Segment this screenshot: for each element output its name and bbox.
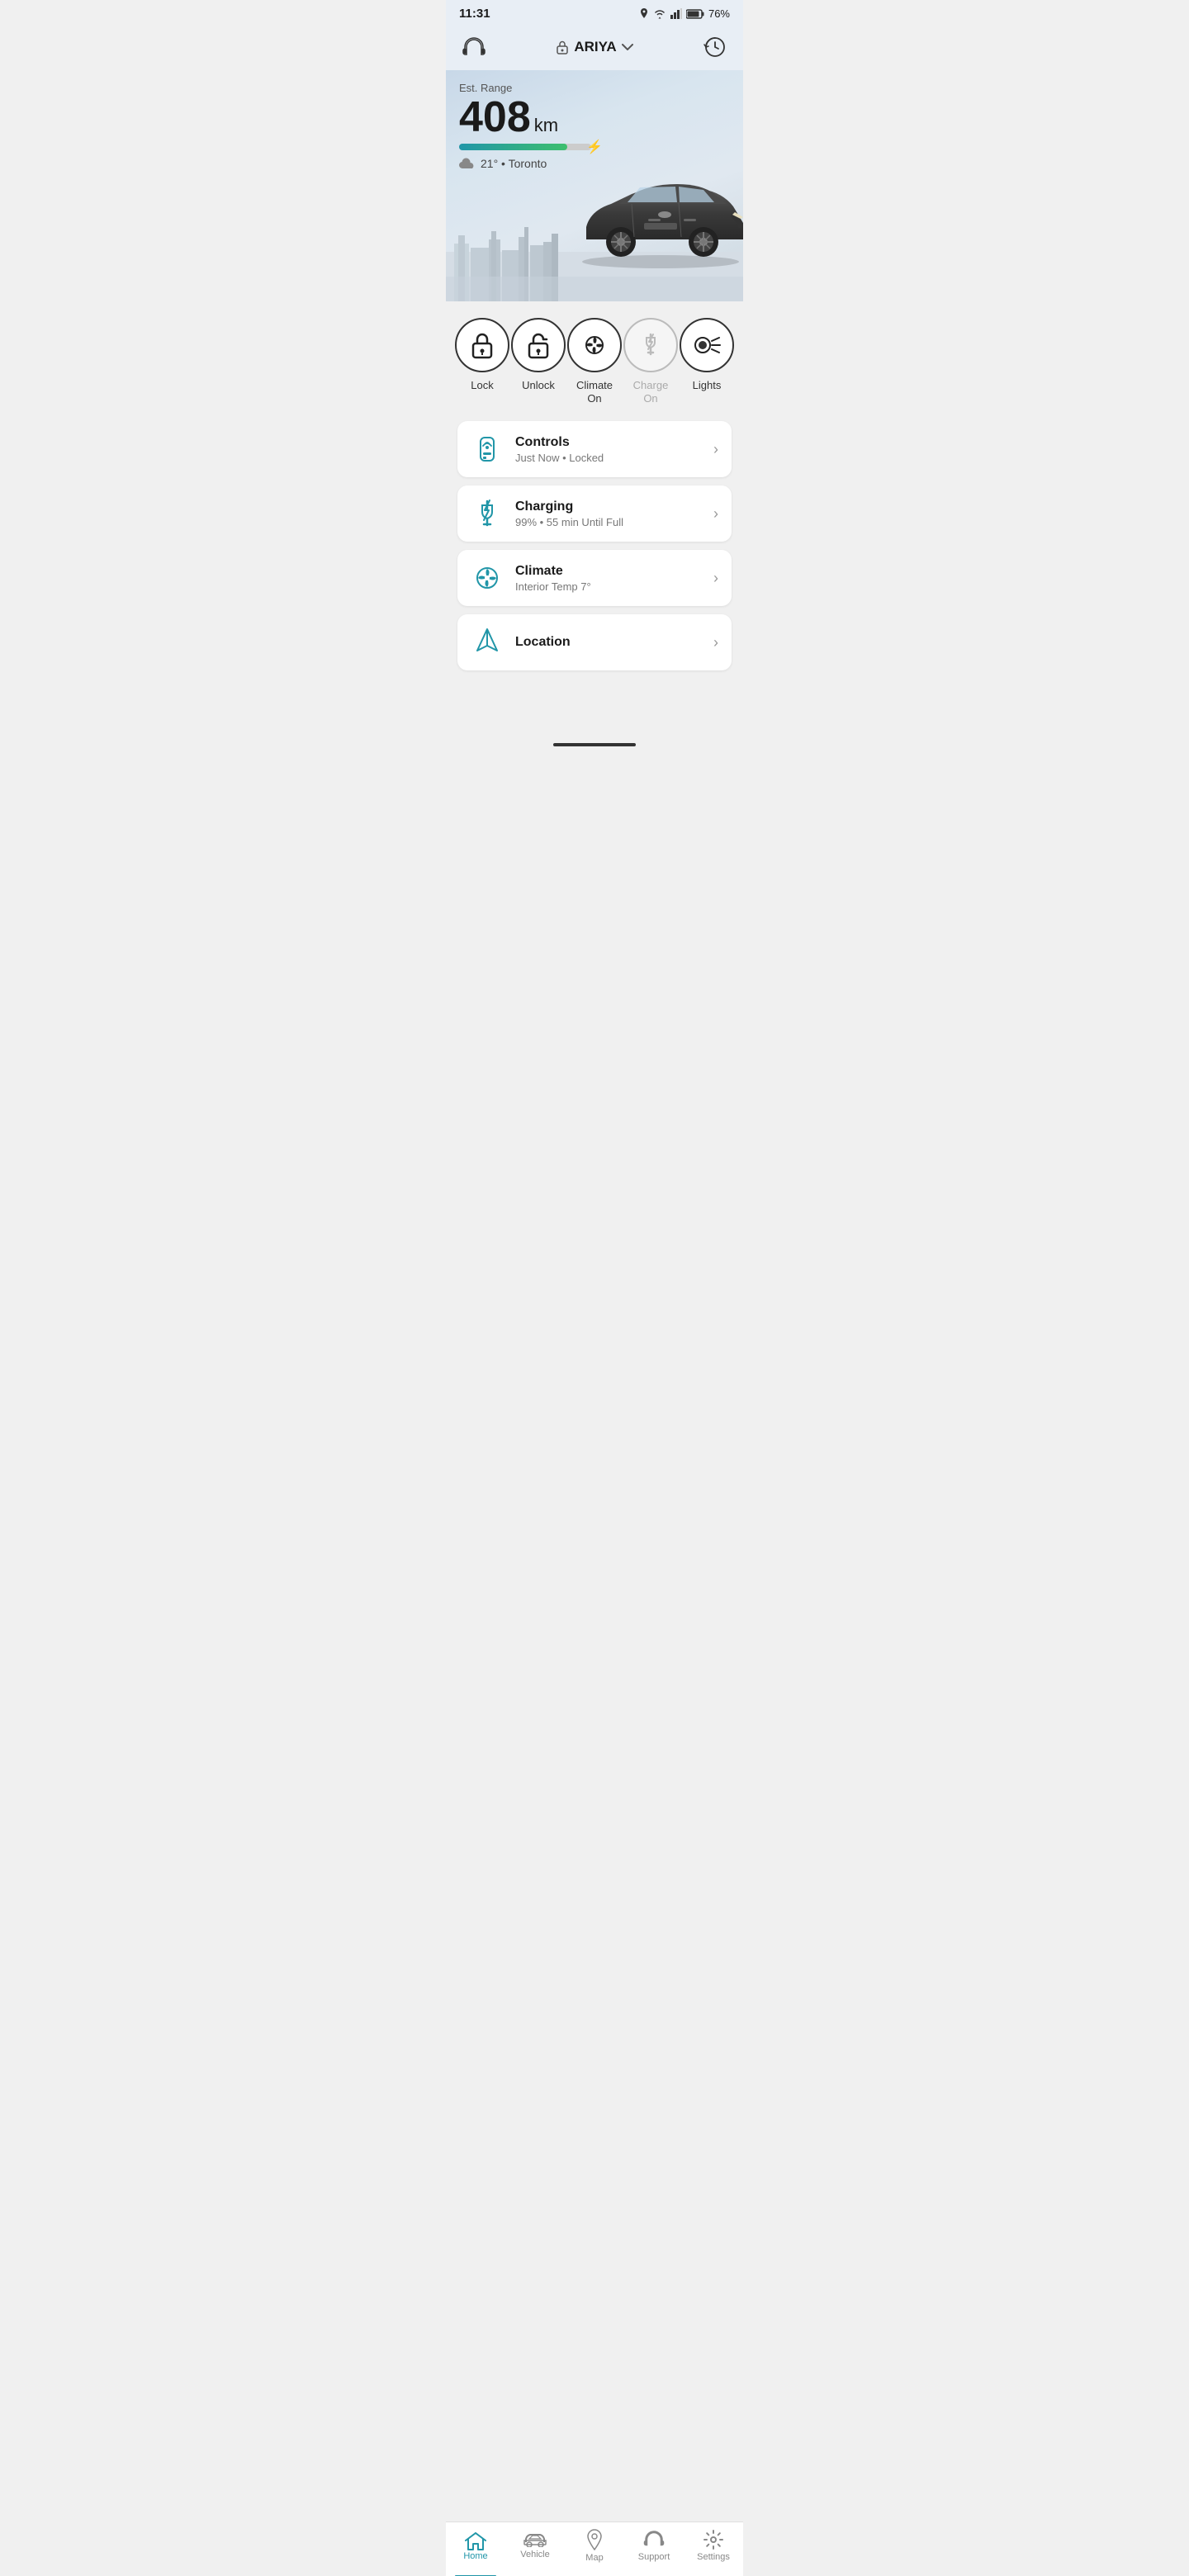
location-icon bbox=[474, 626, 500, 659]
lock-action-icon bbox=[469, 331, 495, 359]
cloud-icon bbox=[459, 158, 476, 169]
charging-subtitle: 99% • 55 min Until Full bbox=[515, 516, 702, 528]
climate-action-icon bbox=[580, 331, 609, 359]
map-nav-label: Map bbox=[585, 2553, 603, 2563]
climate-card-icon-svg bbox=[472, 563, 502, 593]
nav-support[interactable]: Support bbox=[624, 2530, 684, 2562]
lock-label: Lock bbox=[471, 379, 493, 392]
controls-chevron: › bbox=[713, 441, 718, 458]
hero-section: Est. Range 408 km ⚡ 21° • Toronto bbox=[446, 70, 743, 301]
range-number: 408 bbox=[459, 96, 531, 139]
home-nav-icon bbox=[465, 2531, 486, 2551]
charge-action[interactable]: ChargeOn bbox=[626, 318, 675, 405]
location-chevron: › bbox=[713, 634, 718, 651]
history-button[interactable] bbox=[700, 32, 730, 62]
status-time: 11:31 bbox=[459, 7, 490, 21]
vehicle-nav-label: Vehicle bbox=[520, 2550, 549, 2559]
controls-subtitle: Just Now • Locked bbox=[515, 452, 702, 464]
unlock-action[interactable]: Unlock bbox=[514, 318, 563, 392]
nav-settings[interactable]: Settings bbox=[684, 2530, 743, 2562]
home-indicator bbox=[553, 743, 636, 746]
home-nav-label: Home bbox=[463, 2551, 487, 2561]
charge-circle bbox=[623, 318, 678, 372]
charge-label: ChargeOn bbox=[633, 379, 669, 405]
unlock-label: Unlock bbox=[522, 379, 555, 392]
location-title: Location bbox=[515, 635, 702, 650]
controls-title: Controls bbox=[515, 435, 702, 450]
lights-action[interactable]: Lights bbox=[682, 318, 732, 392]
climate-circle bbox=[567, 318, 622, 372]
settings-nav-label: Settings bbox=[697, 2552, 730, 2562]
charge-action-icon bbox=[638, 331, 663, 359]
support-icon-button[interactable] bbox=[459, 32, 489, 62]
car-image bbox=[570, 169, 743, 268]
climate-card-title: Climate bbox=[515, 564, 702, 579]
battery-percent: 76% bbox=[708, 7, 730, 20]
charging-chevron: › bbox=[713, 505, 718, 523]
unlock-circle bbox=[511, 318, 566, 372]
weather-info: 21° • Toronto bbox=[459, 157, 730, 170]
lock-circle bbox=[455, 318, 509, 372]
lights-circle bbox=[680, 318, 734, 372]
climate-card-content: Climate Interior Temp 7° bbox=[515, 564, 702, 593]
vehicle-name: ARIYA bbox=[574, 39, 616, 55]
charge-bolt-icon: ⚡ bbox=[586, 139, 603, 155]
weather-text: 21° • Toronto bbox=[481, 157, 547, 170]
location-status-icon bbox=[639, 8, 649, 20]
vehicle-selector[interactable]: ARIYA bbox=[556, 39, 632, 55]
lock-header-icon bbox=[556, 40, 569, 54]
vehicle-nav-icon bbox=[523, 2532, 547, 2547]
climate-chevron: › bbox=[713, 570, 718, 587]
support-nav-icon bbox=[642, 2530, 666, 2550]
unlock-action-icon bbox=[525, 331, 552, 359]
charging-card-icon bbox=[471, 497, 504, 530]
battery-icon bbox=[686, 9, 704, 19]
nav-map[interactable]: Map bbox=[565, 2529, 624, 2563]
est-range-label: Est. Range 408 km ⚡ 21° • Toronto bbox=[459, 82, 730, 170]
settings-nav-icon bbox=[703, 2530, 723, 2550]
charging-card-content: Charging 99% • 55 min Until Full bbox=[515, 500, 702, 528]
controls-card[interactable]: Controls Just Now • Locked › bbox=[457, 421, 732, 477]
remote-icon bbox=[472, 434, 502, 464]
nav-vehicle[interactable]: Vehicle bbox=[505, 2532, 565, 2559]
lights-label: Lights bbox=[693, 379, 722, 392]
nav-home[interactable]: Home bbox=[446, 2531, 505, 2561]
cards-section: Controls Just Now • Locked › Charging 99… bbox=[446, 413, 743, 736]
climate-card[interactable]: Climate Interior Temp 7° › bbox=[457, 550, 732, 606]
charging-icon bbox=[472, 497, 502, 530]
actions-section: Lock Unlock ClimateOn bbox=[446, 301, 743, 413]
range-unit: km bbox=[534, 115, 558, 136]
status-icons: 76% bbox=[639, 7, 730, 20]
header: ARIYA bbox=[446, 24, 743, 70]
location-card[interactable]: Location › bbox=[457, 614, 732, 670]
support-nav-label: Support bbox=[638, 2552, 670, 2562]
wifi-icon bbox=[653, 9, 666, 19]
bottom-navigation: Home Vehicle Map Support Se bbox=[446, 2522, 743, 2576]
climate-card-icon bbox=[471, 561, 504, 594]
signal-icon bbox=[670, 8, 682, 19]
climate-card-subtitle: Interior Temp 7° bbox=[515, 580, 702, 593]
charging-title: Charging bbox=[515, 500, 702, 514]
status-bar: 11:31 76% bbox=[446, 0, 743, 24]
lights-action-icon bbox=[693, 331, 721, 359]
map-nav-icon bbox=[586, 2529, 603, 2550]
history-icon bbox=[703, 36, 727, 59]
location-card-content: Location bbox=[515, 635, 702, 650]
headset-icon bbox=[462, 36, 486, 58]
controls-card-content: Controls Just Now • Locked bbox=[515, 435, 702, 464]
charging-card[interactable]: Charging 99% • 55 min Until Full › bbox=[457, 485, 732, 542]
climate-action[interactable]: ClimateOn bbox=[570, 318, 619, 405]
range-bar: ⚡ bbox=[459, 144, 591, 150]
lock-action[interactable]: Lock bbox=[457, 318, 507, 392]
climate-label: ClimateOn bbox=[576, 379, 613, 405]
chevron-down-icon bbox=[622, 44, 633, 50]
location-card-icon bbox=[471, 626, 504, 659]
controls-card-icon bbox=[471, 433, 504, 466]
